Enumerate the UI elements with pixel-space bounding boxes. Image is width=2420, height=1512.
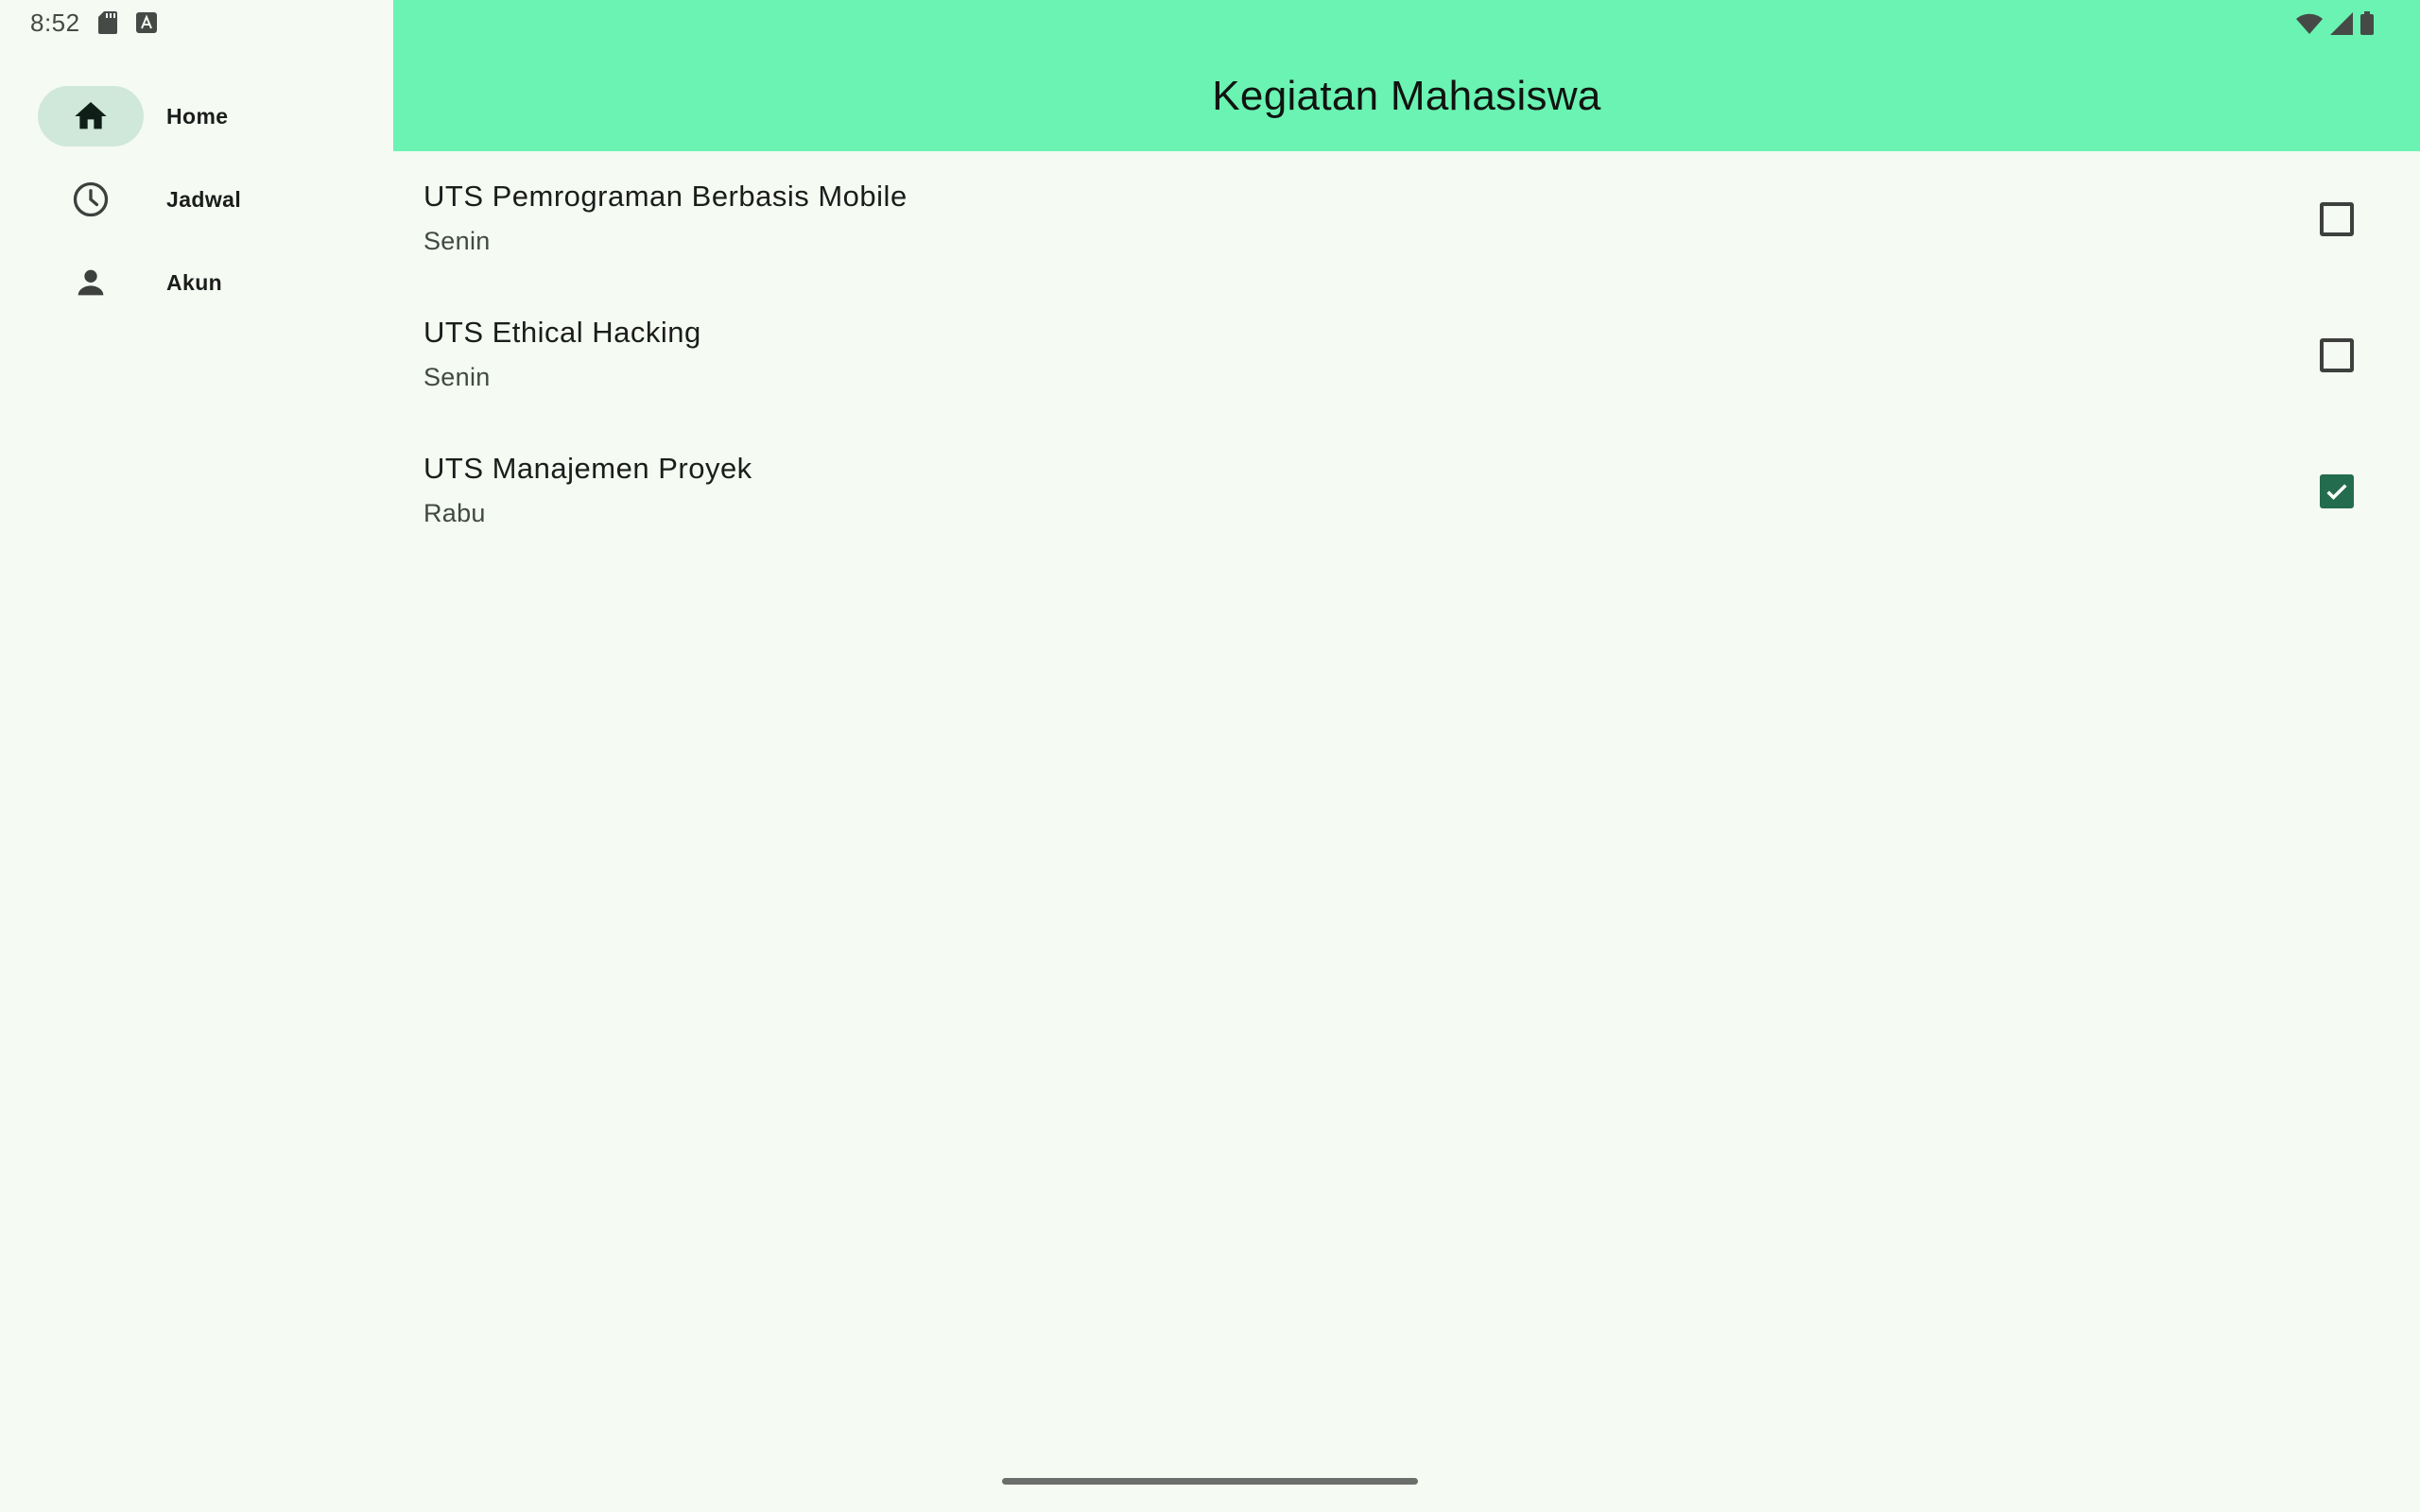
home-icon	[75, 102, 107, 129]
nav-label-home: Home	[166, 103, 229, 129]
navigation-rail: Home Jadwal Akun	[0, 0, 393, 1512]
activity-day: Senin	[424, 363, 491, 391]
activity-title: UTS Manajemen Proyek	[424, 452, 752, 485]
activity-title: UTS Ethical Hacking	[424, 316, 701, 349]
activity-day: Rabu	[424, 499, 486, 527]
nav-label-akun: Akun	[166, 269, 223, 295]
sd-card-icon	[97, 11, 117, 34]
page-title: Kegiatan Mahasiswa	[1212, 73, 1601, 119]
activity-list: UTS Pemrograman Berbasis Mobile Senin UT…	[393, 151, 2420, 559]
activity-checkbox[interactable]	[2320, 474, 2354, 508]
gesture-nav-handle[interactable]	[1002, 1478, 1418, 1485]
cell-signal-icon	[2330, 12, 2353, 35]
list-item[interactable]: UTS Ethical Hacking Senin	[393, 287, 2420, 423]
top-app-bar: Kegiatan Mahasiswa	[393, 0, 2420, 151]
wifi-icon	[2296, 13, 2323, 34]
keyboard-a-icon	[135, 12, 157, 33]
nav-active-indicator	[38, 86, 144, 146]
activity-day: Senin	[424, 227, 491, 255]
nav-label-jadwal: Jadwal	[166, 186, 242, 212]
activity-title: UTS Pemrograman Berbasis Mobile	[424, 180, 908, 213]
clock-icon	[73, 181, 109, 217]
person-icon	[78, 269, 104, 296]
status-time: 8:52	[30, 8, 80, 37]
status-bar-right	[2295, 9, 2375, 38]
battery-icon	[2360, 11, 2374, 35]
nav-item-home[interactable]: Home	[38, 86, 378, 146]
activity-checkbox[interactable]	[2320, 202, 2354, 236]
activity-checkbox[interactable]	[2320, 338, 2354, 372]
list-item[interactable]: UTS Manajemen Proyek Rabu	[393, 423, 2420, 559]
status-bar-left: 8:52	[30, 8, 158, 38]
checkmark-icon	[2326, 484, 2347, 500]
nav-item-jadwal[interactable]: Jadwal	[38, 169, 378, 230]
nav-item-akun[interactable]: Akun	[38, 252, 378, 313]
list-item[interactable]: UTS Pemrograman Berbasis Mobile Senin	[393, 151, 2420, 287]
